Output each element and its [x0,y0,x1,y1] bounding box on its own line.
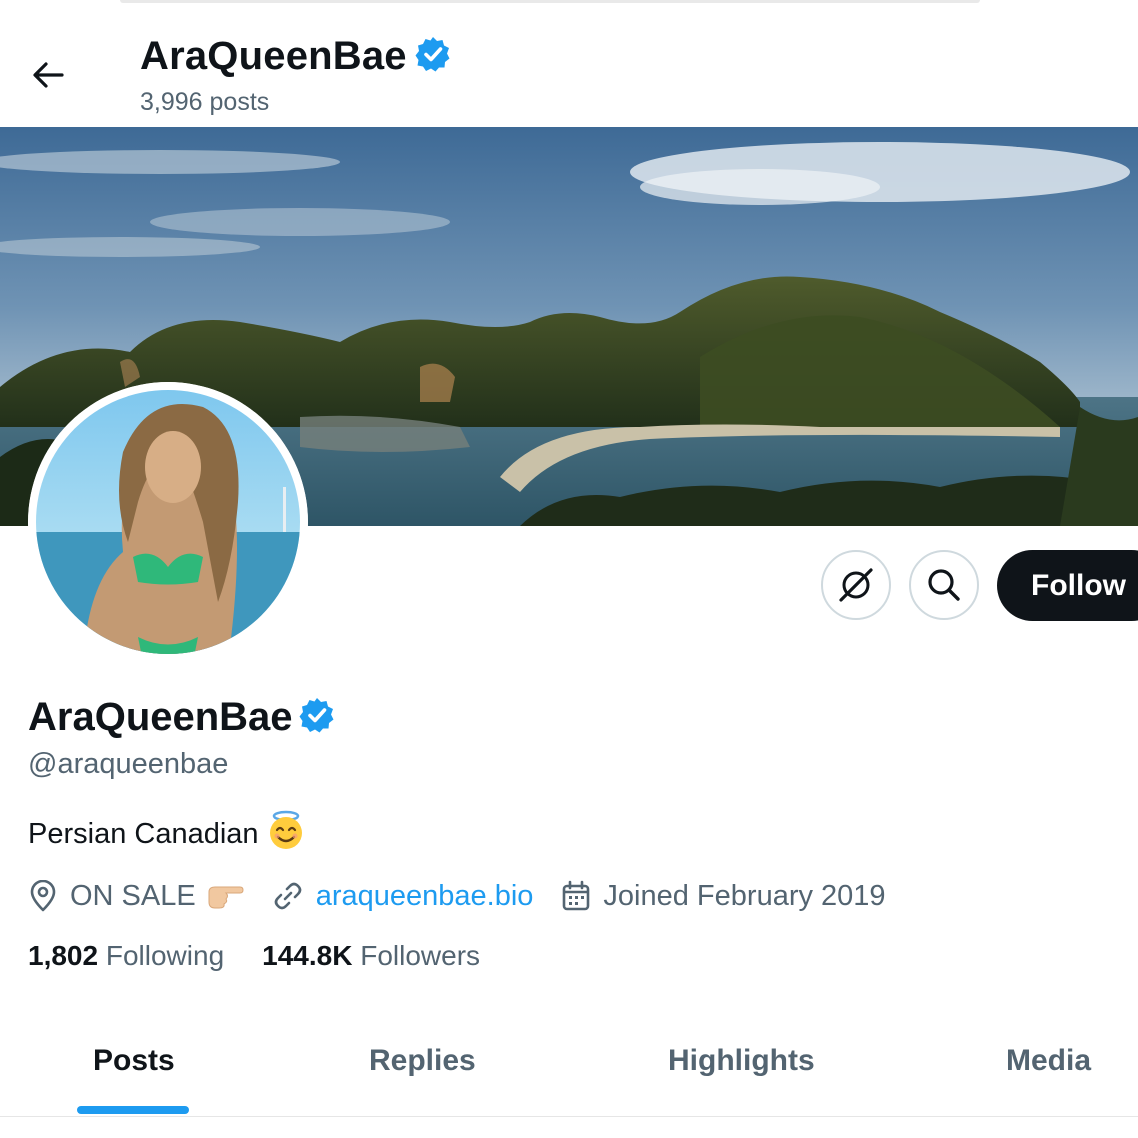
grok-icon [839,568,873,602]
profile-meta: ON SALE araqueenbae.bio Joined February … [28,874,914,918]
joined-text: Joined February 2019 [603,879,886,912]
header-posts-count: 3,996 posts [140,88,270,116]
follow-button[interactable]: Follow [997,550,1138,621]
smiling-face-with-halo-icon [267,810,305,858]
profile-avatar[interactable] [28,382,308,662]
calendar-icon [561,880,591,912]
avatar-image [28,382,308,662]
followers-count: 144.8K [262,940,353,971]
search-icon [928,569,960,601]
backhand-index-pointing-right-icon [206,882,244,910]
following-label: Following [105,940,225,971]
top-strip [0,0,1138,23]
active-tab-indicator [77,1106,189,1114]
header-title: AraQueenBae [140,34,451,79]
tab-highlights[interactable]: Highlights [668,1044,815,1078]
bio-text: Persian Canadian [28,817,259,850]
back-arrow-icon [33,62,64,88]
search-button[interactable] [909,550,979,620]
header-name: AraQueenBae [140,34,407,78]
joined-item: Joined February 2019 [561,879,886,913]
location-item: ON SALE [28,880,244,913]
tab-media[interactable]: Media [1006,1044,1091,1078]
grok-button[interactable] [821,550,891,620]
profile-tabs: Posts Replies Highlights Media [0,1020,1138,1117]
back-button[interactable] [18,50,78,100]
website-link[interactable]: araqueenbae.bio [316,880,534,913]
website-item[interactable]: araqueenbae.bio [272,880,534,913]
display-name: AraQueenBae [28,695,293,739]
sheet-grip [120,0,980,3]
tabs-divider [0,1116,1138,1117]
profile-handle: @araqueenbae [28,748,229,780]
followers-stat[interactable]: 144.8K Followers [262,940,480,972]
location-pin-icon [28,880,58,912]
verified-badge-icon [415,36,451,77]
display-name-row: AraQueenBae [28,695,335,740]
location-text: ON SALE [70,879,196,912]
following-stat[interactable]: 1,802 Following [28,940,224,972]
profile-bio: Persian Canadian [28,810,305,858]
verified-badge-icon[interactable] [299,697,335,738]
following-count: 1,802 [28,940,99,971]
profile-header: AraQueenBae 3,996 posts [0,22,1138,127]
tab-replies[interactable]: Replies [369,1044,476,1078]
link-icon [272,880,304,912]
tab-posts[interactable]: Posts [93,1044,175,1078]
follow-stats: 1,802 Following 144.8K Followers [28,940,518,972]
followers-label: Followers [360,940,481,971]
